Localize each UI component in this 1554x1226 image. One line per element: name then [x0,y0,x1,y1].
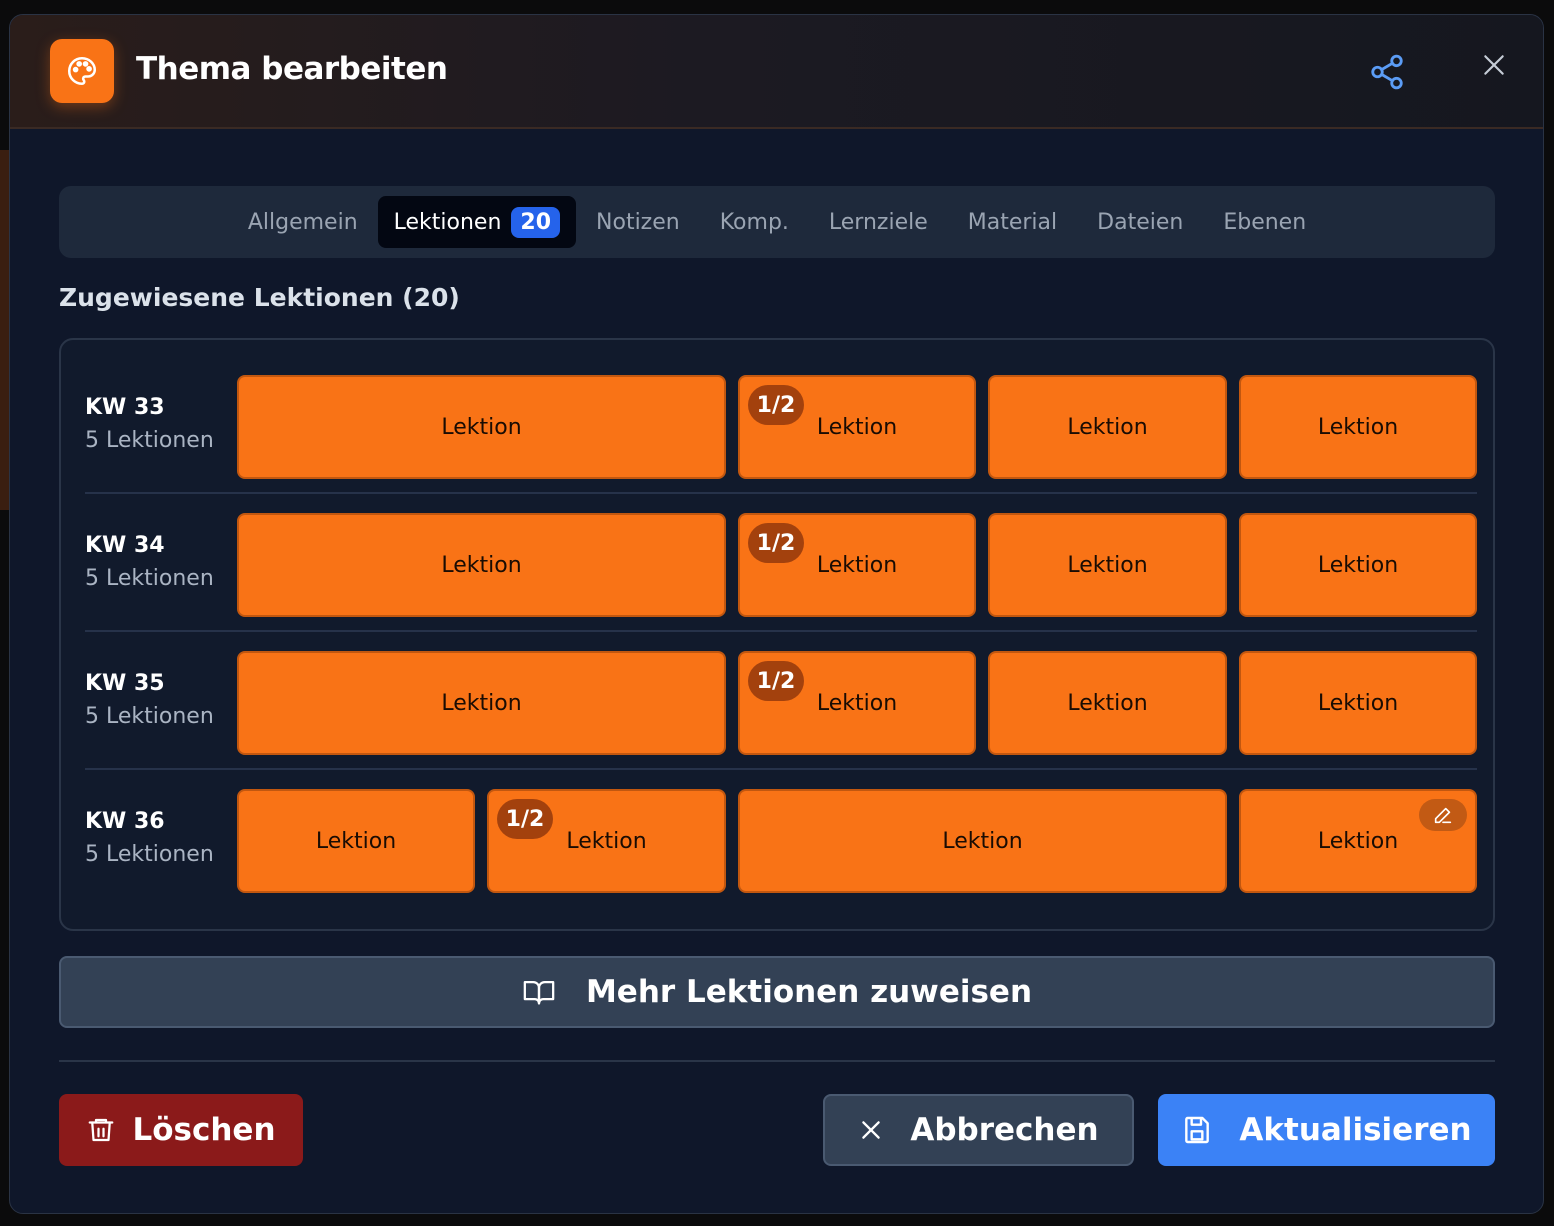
tab-label: Notizen [596,209,680,235]
week-name: KW 33 [85,395,165,420]
week-name: KW 35 [85,671,165,696]
cancel-button[interactable]: Abbrechen [823,1094,1134,1166]
book-open-icon [523,980,555,1005]
update-button[interactable]: Aktualisieren [1158,1094,1495,1166]
assign-more-lessons-button[interactable]: Mehr Lektionen zuweisen [59,956,1495,1028]
dialog-title: Thema bearbeiten [136,51,448,87]
close-icon [862,1121,881,1139]
week-row: KW 34 5 Lektionen Lektion 1/2 Lektion Le… [85,513,1477,617]
week-row: KW 36 5 Lektionen Lektion 1/2 Lektion Le… [85,789,1477,893]
lesson-card[interactable]: Lektion [237,651,726,755]
lesson-label: Lektion [441,414,522,440]
lesson-label: Lektion [441,552,522,578]
lesson-label: Lektion [1317,552,1399,578]
palette-icon [50,39,114,103]
footer-divider [59,1060,1495,1062]
lesson-card[interactable]: Lektion [237,375,726,479]
lesson-label: Lektion [942,828,1023,854]
lesson-label: Lektion [816,414,898,440]
lesson-card[interactable]: Lektion [988,375,1227,479]
tab-label: Lernziele [828,209,928,235]
edit-lesson-button[interactable] [1419,799,1467,831]
lesson-label: Lektion [1067,414,1148,440]
lesson-card[interactable]: 1/2 Lektion [487,789,726,893]
share-icon [1371,54,1403,90]
delete-label: Löschen [132,1112,276,1148]
week-label: KW 33 5 Lektionen [85,395,214,453]
week-name: KW 34 [85,533,165,558]
half-lesson-badge: 1/2 [497,799,553,839]
cancel-label: Abbrechen [910,1112,1099,1148]
half-lesson-badge: 1/2 [748,385,804,425]
week-label: KW 36 5 Lektionen [85,809,214,867]
lesson-label: Lektion [1317,414,1399,440]
lesson-label: Lektion [816,552,898,578]
count-badge: 20 [511,206,561,238]
tab-label: Dateien [1097,209,1184,235]
update-label: Aktualisieren [1239,1112,1472,1148]
half-lesson-badge: 1/2 [748,523,804,563]
lesson-label: Lektion [1067,690,1148,716]
week-row: KW 35 5 Lektionen Lektion 1/2 Lektion Le… [85,651,1477,755]
row-divider [85,492,1477,494]
lesson-card[interactable]: 1/2 Lektion [738,375,976,479]
lesson-label: Lektion [441,690,522,716]
week-lesson-count: 5 Lektionen [85,704,214,729]
lesson-label: Lektion [1067,552,1148,578]
delete-button[interactable]: Löschen [59,1094,303,1166]
lesson-card[interactable]: Lektion [1239,789,1477,893]
lesson-card[interactable]: Lektion [738,789,1227,893]
lesson-card[interactable]: Lektion [1239,651,1477,755]
tab-bar: Allgemein Lektionen 20 Notizen Komp. Ler… [59,186,1495,258]
row-divider [85,630,1477,632]
tab-notizen[interactable]: Notizen [576,196,700,248]
assigned-lessons-panel: KW 33 5 Lektionen Lektion 1/2 Lektion Le… [59,338,1495,931]
lesson-label: Lektion [816,690,898,716]
lesson-card[interactable]: Lektion [1239,513,1477,617]
lesson-card[interactable]: Lektion [237,789,475,893]
tab-dateien[interactable]: Dateien [1077,196,1203,248]
week-lesson-count: 5 Lektionen [85,428,214,453]
tab-lektionen[interactable]: Lektionen 20 [377,196,577,248]
lesson-card[interactable]: Lektion [1239,375,1477,479]
week-lesson-count: 5 Lektionen [85,566,214,591]
pencil-icon [1434,807,1452,824]
lesson-label: Lektion [1317,828,1399,854]
half-lesson-badge: 1/2 [748,661,804,701]
lesson-card[interactable]: Lektion [988,513,1227,617]
lesson-label: Lektion [315,828,397,854]
share-button[interactable] [1364,49,1410,95]
lesson-label: Lektion [566,828,647,854]
edit-topic-dialog: Thema bearbeiten Allgemein Lektionen 20 … [9,14,1544,1214]
lesson-label: Lektion [1317,690,1399,716]
tab-label: Allgemein [247,209,358,235]
lesson-card[interactable]: 1/2 Lektion [738,513,976,617]
tab-ebenen[interactable]: Ebenen [1203,196,1326,248]
week-lesson-count: 5 Lektionen [85,842,214,867]
tab-material[interactable]: Material [948,196,1077,248]
lesson-card[interactable]: Lektion [988,651,1227,755]
week-name: KW 36 [85,809,165,834]
lesson-card[interactable]: 1/2 Lektion [738,651,976,755]
save-icon [1185,1116,1210,1144]
close-button[interactable] [1476,47,1512,83]
week-row: KW 33 5 Lektionen Lektion 1/2 Lektion Le… [85,375,1477,479]
section-title: Zugewiesene Lektionen (20) [59,283,460,312]
tab-label: Ebenen [1223,209,1307,235]
trash-icon [89,1118,114,1142]
close-icon [1484,55,1504,75]
tab-allgemein[interactable]: Allgemein [228,196,378,248]
row-divider [85,768,1477,770]
tab-lernziele[interactable]: Lernziele [809,196,948,248]
dialog-header: Thema bearbeiten [10,15,1543,129]
tab-label: Komp. [719,209,789,235]
week-label: KW 34 5 Lektionen [85,533,214,591]
week-label: KW 35 5 Lektionen [85,671,214,729]
lesson-card[interactable]: Lektion [237,513,726,617]
tab-komp[interactable]: Komp. [700,196,809,248]
assign-label: Mehr Lektionen zuweisen [585,974,1033,1010]
tab-label: Lektionen [393,209,502,235]
tab-label: Material [967,209,1058,235]
